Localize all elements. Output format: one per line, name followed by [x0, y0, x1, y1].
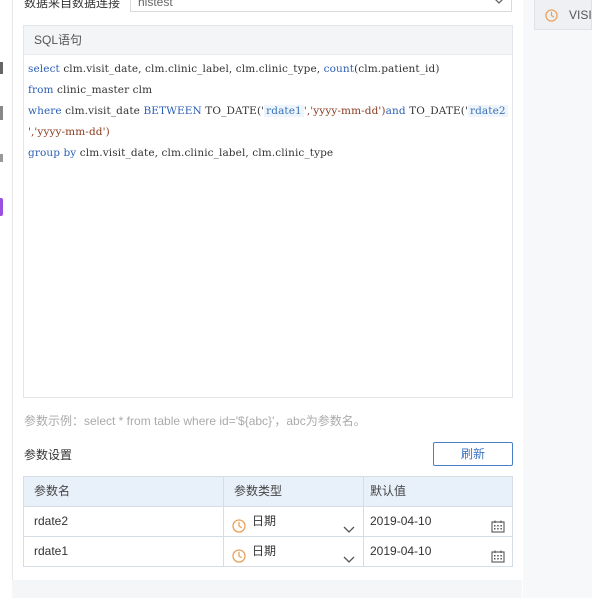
sql-token: clm.visit_date, clm.clinic_label, clm.cl…	[76, 147, 334, 159]
dataset-list-item-label: VISI	[569, 8, 592, 22]
param-table: 参数名 参数类型 默认值 rdate2 日期 2019-04-10 rdate1	[23, 476, 513, 567]
sql-string: ','yyyy-mm-dd')	[303, 105, 386, 117]
right-dataset-list	[523, 0, 592, 598]
param-type-select[interactable]: 日期	[223, 537, 363, 566]
sql-token: TO_DATE('	[201, 105, 265, 117]
param-type-value: 日期	[252, 544, 277, 558]
sql-parameter: rdate2	[467, 105, 508, 117]
sql-string: ','yyyy-mm-dd')	[28, 126, 110, 138]
sql-editor-title: SQL语句	[24, 26, 512, 55]
column-header-default-value: 默认值	[363, 477, 512, 506]
sql-code-line: where clm.visit_date BETWEEN TO_DATE(' rd…	[28, 101, 512, 122]
column-header-param-name: 参数名	[34, 484, 71, 498]
sql-code-area[interactable]: select clm.visit_date, clm.clinic_label,…	[24, 55, 512, 164]
default-value-text: 2019-04-10	[370, 544, 432, 558]
sql-code-line: from clinic_master clm	[28, 80, 512, 101]
dataset-list-item[interactable]: VISI	[534, 0, 592, 30]
sidebar-active-indicator	[0, 198, 3, 216]
sql-token: clinic_master clm	[53, 84, 153, 96]
sql-token: clm.visit_date, clm.clinic_label, clm.cl…	[59, 63, 324, 75]
refresh-button[interactable]: 刷新	[433, 442, 513, 466]
sql-code-line: select clm.visit_date, clm.clinic_label,…	[28, 59, 512, 80]
default-value-date-field[interactable]: 2019-04-10	[363, 537, 512, 566]
sql-keyword: and	[385, 105, 406, 117]
sql-keyword: from	[28, 84, 54, 96]
table-row: rdate1 日期 2019-04-10	[24, 536, 512, 566]
datasource-label: 数据来自数据连接	[24, 0, 121, 10]
sql-code-line: group by clm.visit_date, clm.clinic_labe…	[28, 143, 512, 164]
chevron-down-icon	[343, 546, 355, 575]
sql-editor[interactable]: SQL语句 select clm.visit_date, clm.clinic_…	[23, 25, 513, 398]
datasource-value: histest	[138, 0, 173, 9]
param-example-hint: 参数示例：select * from table where id='${abc…	[24, 414, 366, 428]
sql-token: clm.visit_date	[61, 105, 144, 117]
default-value-date-field[interactable]: 2019-04-10	[363, 507, 512, 536]
sidebar-edge-mark	[0, 106, 3, 120]
param-type-select[interactable]: 日期	[223, 507, 363, 536]
table-row: rdate2 日期 2019-04-10	[24, 506, 512, 536]
sql-keyword: group by	[28, 147, 77, 159]
param-settings-title: 参数设置	[24, 448, 73, 462]
column-header-param-type: 参数类型	[223, 477, 363, 506]
sidebar-edge-mark	[0, 154, 3, 162]
sql-keyword: select	[28, 63, 60, 75]
param-name-cell: rdate2	[34, 514, 69, 528]
param-table-header: 参数名 参数类型 默认值	[24, 477, 512, 506]
left-sidebar-edge	[0, 0, 12, 598]
default-value-text: 2019-04-10	[370, 514, 432, 528]
sql-keyword: BETWEEN	[143, 105, 202, 117]
panel-footer	[12, 580, 522, 598]
sql-code-line: ','yyyy-mm-dd')	[28, 122, 512, 143]
clock-icon	[232, 545, 246, 574]
chevron-down-icon	[493, 0, 505, 8]
param-type-value: 日期	[252, 514, 277, 528]
calendar-icon[interactable]	[491, 545, 505, 574]
sidebar-edge-mark	[0, 62, 3, 74]
sql-token: (clm.patient_id)	[354, 63, 440, 75]
sql-keyword: where	[28, 105, 62, 117]
sql-parameter: rdate1	[264, 105, 304, 117]
datasource-select[interactable]: histest	[130, 0, 512, 12]
sql-token: TO_DATE('	[405, 105, 468, 117]
clock-icon	[545, 9, 558, 25]
sql-keyword: count	[323, 63, 355, 75]
param-name-cell: rdate1	[34, 544, 69, 558]
